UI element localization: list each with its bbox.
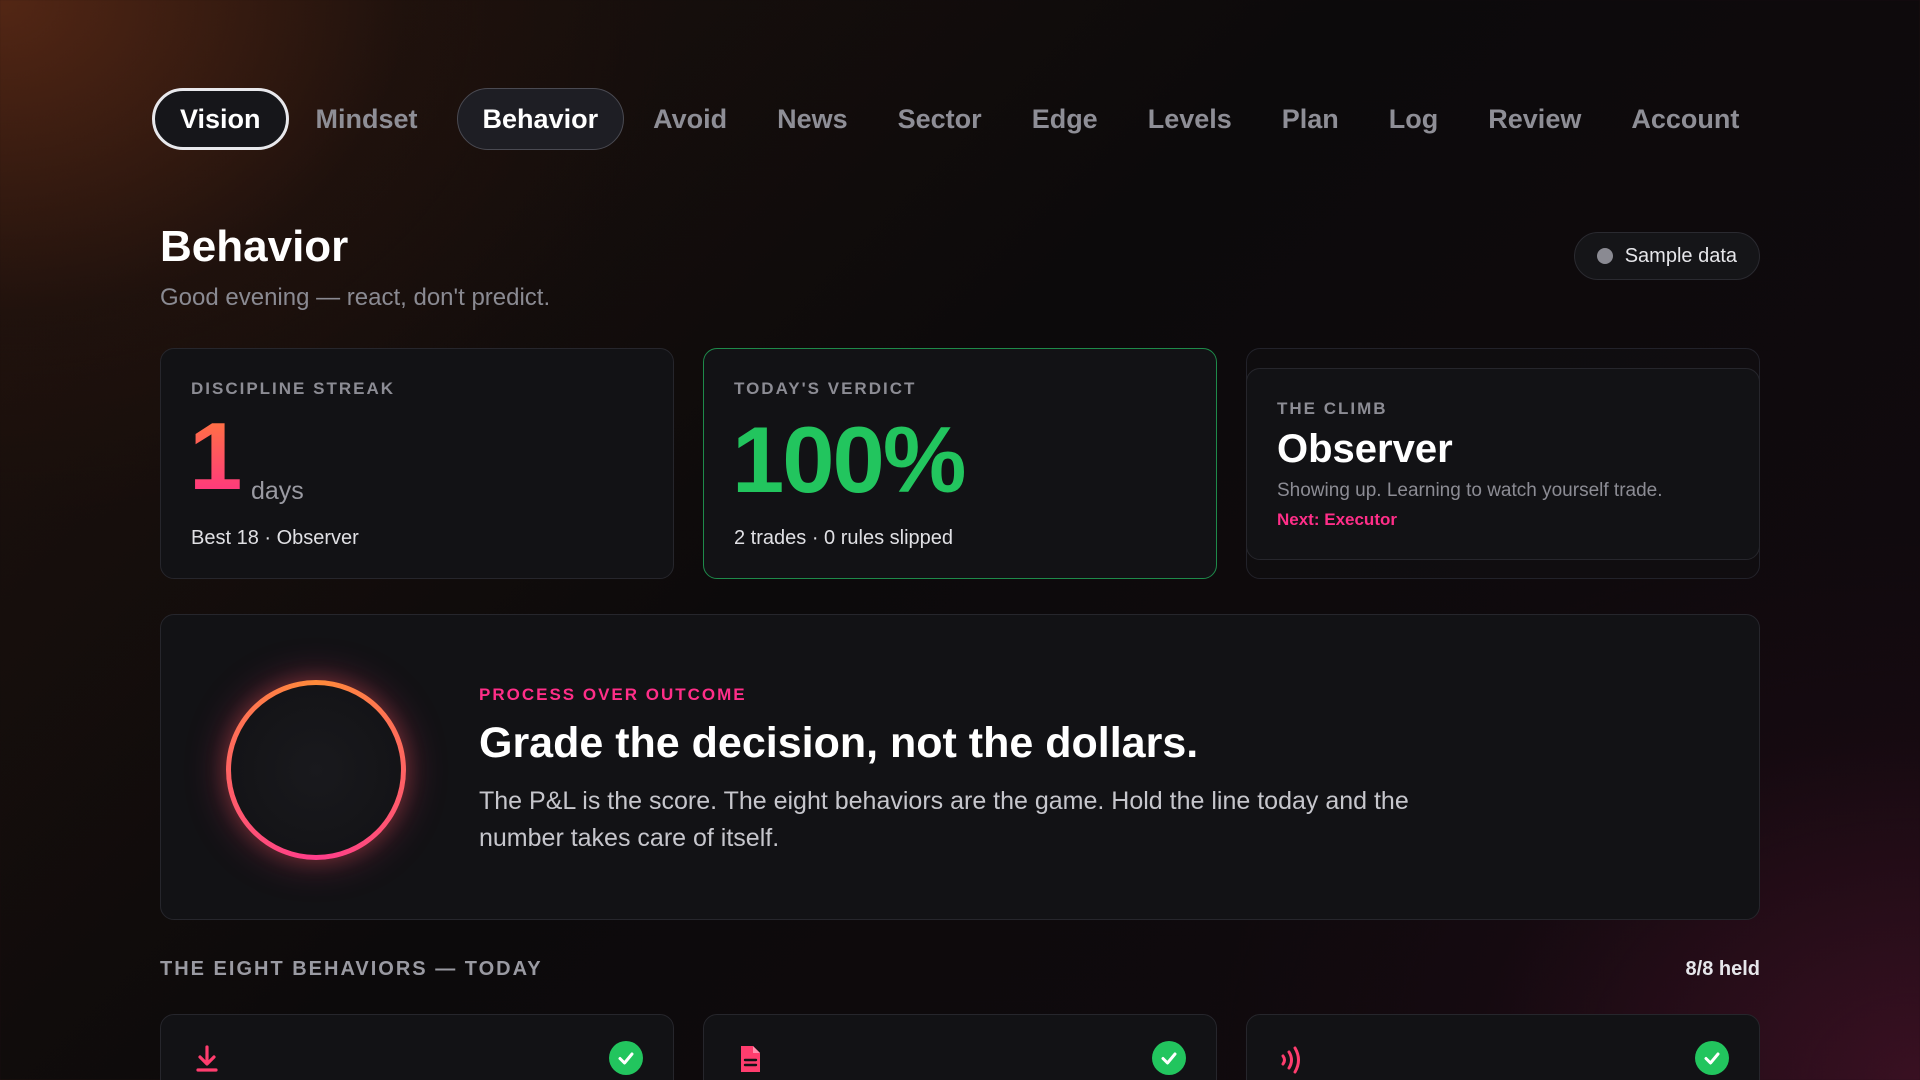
document-icon	[741, 1046, 760, 1072]
check-icon	[1152, 1041, 1186, 1075]
behavior-card[interactable]	[1246, 1014, 1760, 1080]
tab-edge[interactable]: Edge	[1007, 88, 1123, 150]
page-title: Behavior	[160, 222, 349, 271]
tab-mindset[interactable]: Mindset	[291, 88, 443, 150]
verdict-value: 100%	[732, 407, 966, 512]
banner-body: The P&L is the score. The eight behavior…	[479, 787, 1409, 852]
streak-value: 1	[189, 403, 243, 510]
climb-next-rank: Next: Executor	[1277, 510, 1397, 529]
the-climb-card: THE CLIMB Observer Showing up. Learning …	[1246, 368, 1760, 560]
main-nav: Vision Mindset Behavior Avoid News Secto…	[152, 88, 1764, 150]
page-subtitle: Good evening — react, don't predict.	[160, 284, 551, 311]
streak-unit: days	[251, 477, 304, 505]
tab-sector[interactable]: Sector	[873, 88, 1007, 150]
tab-behavior[interactable]: Behavior	[456, 88, 625, 150]
banner-label: PROCESS OVER OUTCOME	[479, 685, 747, 704]
climb-description: Showing up. Learning to watch yourself t…	[1277, 480, 1663, 501]
streak-best: Best 18 · Observer	[191, 527, 359, 549]
sample-data-badge[interactable]: Sample data	[1573, 232, 1760, 280]
verdict-label: TODAY'S VERDICT	[734, 379, 917, 398]
process-banner: PROCESS OVER OUTCOME Grade the decision,…	[160, 614, 1760, 920]
behaviors-section-title: THE EIGHT BEHAVIORS — TODAY	[160, 958, 543, 980]
tab-account[interactable]: Account	[1606, 88, 1764, 150]
climb-rank: Observer	[1277, 427, 1453, 471]
banner-headline: Grade the decision, not the dollars.	[479, 719, 1199, 767]
tab-plan[interactable]: Plan	[1257, 88, 1364, 150]
tab-log[interactable]: Log	[1364, 88, 1463, 150]
tab-avoid[interactable]: Avoid	[628, 88, 752, 150]
download-icon	[196, 1045, 218, 1072]
streak-label: DISCIPLINE STREAK	[191, 379, 396, 398]
status-dot-icon	[1596, 248, 1613, 264]
climb-label: THE CLIMB	[1277, 399, 1388, 418]
tab-levels[interactable]: Levels	[1123, 88, 1257, 150]
discipline-streak-card: DISCIPLINE STREAK 1 days Best 18 · Obser…	[160, 348, 674, 579]
behavior-card[interactable]	[703, 1014, 1217, 1080]
tab-news[interactable]: News	[752, 88, 873, 150]
progress-ring-icon	[226, 680, 406, 860]
check-icon	[609, 1041, 643, 1075]
progress-ring-center	[231, 685, 401, 855]
sample-data-label: Sample data	[1624, 244, 1737, 267]
behaviors-held-count: 8/8 held	[1685, 958, 1760, 980]
todays-verdict-card: TODAY'S VERDICT 100% 2 trades · 0 rules …	[703, 348, 1217, 579]
behavior-card[interactable]	[160, 1014, 674, 1080]
signal-waves-icon	[1281, 1046, 1300, 1074]
verdict-summary: 2 trades · 0 rules slipped	[734, 527, 954, 549]
check-icon	[1695, 1041, 1729, 1075]
tab-review[interactable]: Review	[1463, 88, 1606, 150]
tab-vision[interactable]: Vision	[152, 88, 289, 150]
